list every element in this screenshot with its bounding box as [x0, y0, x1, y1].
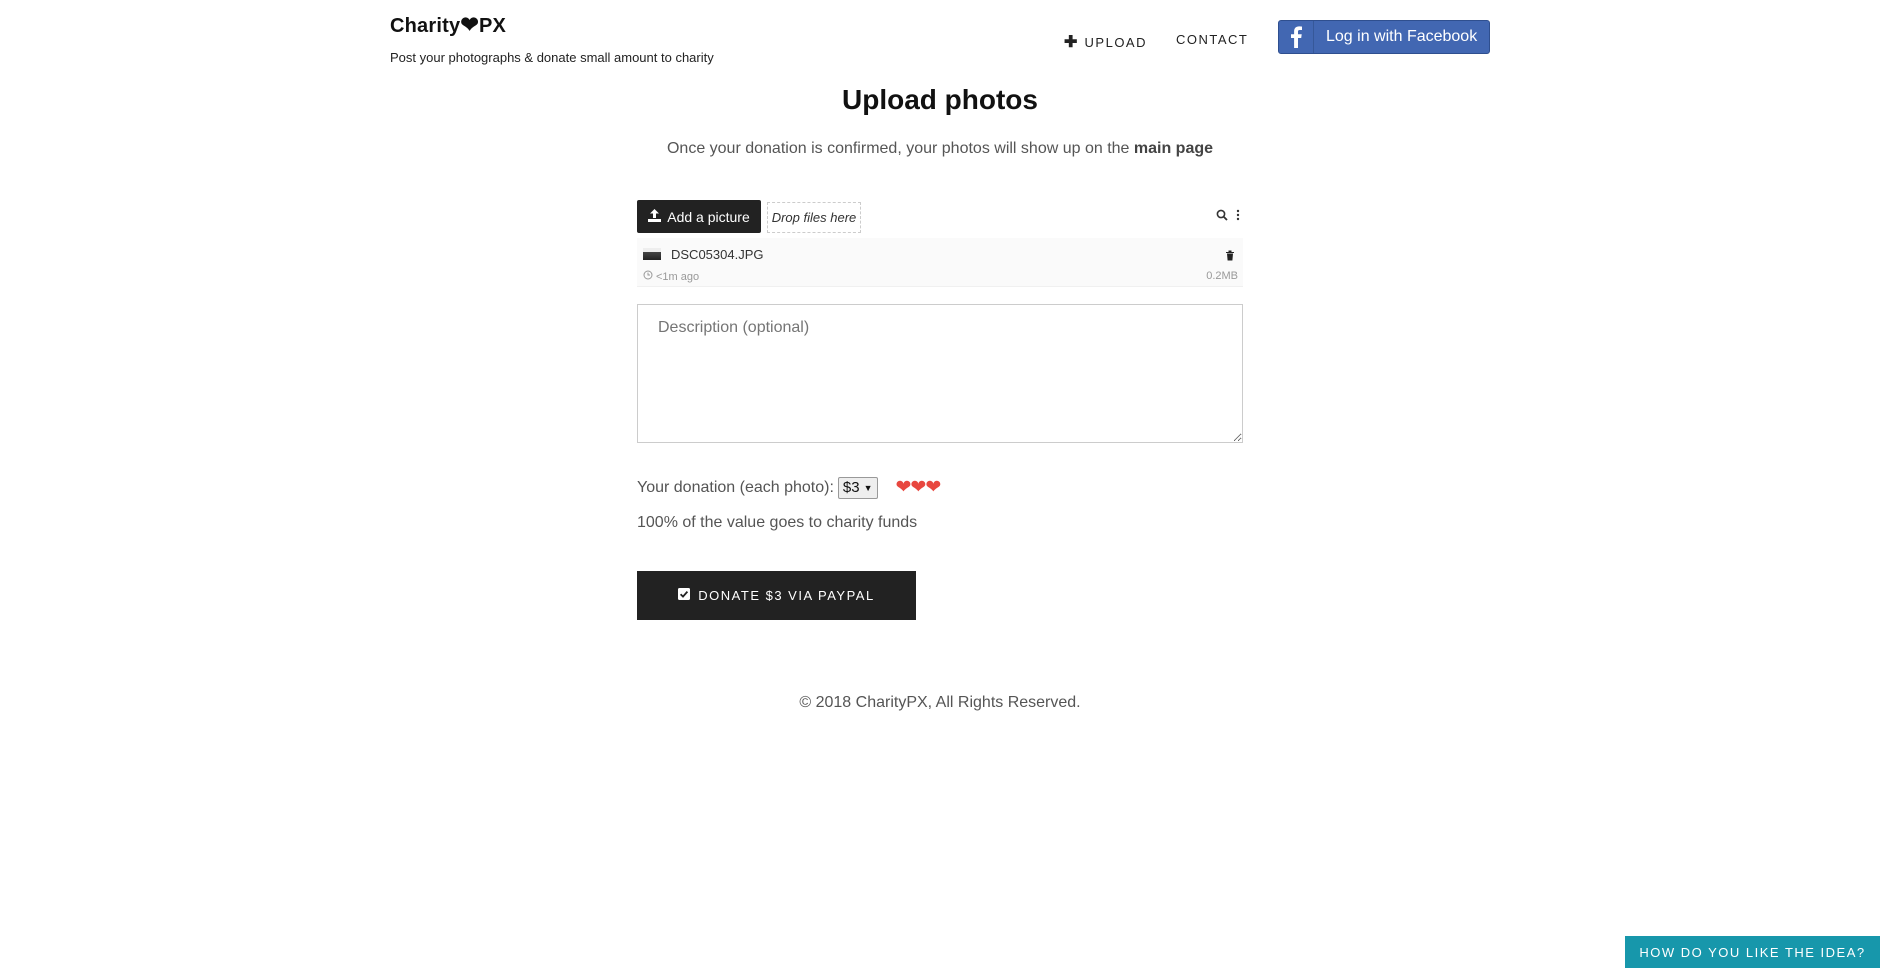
plus-icon: ✚	[1064, 34, 1078, 51]
nav-contact-link[interactable]: CONTACT	[1176, 32, 1248, 47]
file-time-label: <1m ago	[656, 270, 700, 283]
file-thumbnail	[643, 248, 661, 260]
hearts-icon: ❤❤❤	[895, 477, 942, 498]
uploader-tools	[1216, 208, 1240, 226]
facebook-login-label: Log in with Facebook	[1326, 28, 1478, 45]
donation-amount-value: $3	[842, 479, 860, 496]
main-page-link[interactable]: main page	[1134, 140, 1213, 157]
site-logo[interactable]: Charity❤PX	[390, 12, 506, 38]
subtitle-text: Once your donation is confirmed, your ph…	[666, 140, 1134, 157]
upload-icon	[648, 208, 662, 225]
file-size: 0.2MB	[1206, 270, 1238, 282]
clock-icon	[643, 270, 653, 283]
file-name: DSC05304.JPG	[671, 247, 764, 262]
footer-copyright: © 2018 CharityPX, All Rights Reserved.	[799, 694, 1081, 711]
add-picture-label: Add a picture	[667, 208, 750, 225]
facebook-icon	[1279, 21, 1314, 53]
more-options-icon[interactable]	[1236, 208, 1240, 226]
logo-text-right: PX	[478, 15, 507, 37]
charity-note: 100% of the value goes to charity funds	[637, 514, 918, 531]
file-list-item: DSC05304.JPG <1m ago 0.2MB	[637, 238, 1243, 287]
dropdown-arrow-icon: ▼	[863, 482, 873, 493]
facebook-login-button[interactable]: Log in with Facebook	[1278, 20, 1490, 54]
donate-label: DONATE $3 VIA PAYPAL	[698, 588, 875, 603]
description-textarea[interactable]	[637, 304, 1243, 443]
donation-amount-select[interactable]: $3 ▼	[837, 476, 878, 499]
feedback-button[interactable]: HOW DO YOU LIKE THE IDEA?	[1625, 936, 1880, 968]
donate-paypal-button[interactable]: DONATE $3 VIA PAYPAL	[637, 571, 916, 620]
page-title: Upload photos	[842, 84, 1038, 115]
donation-row: Your donation (each photo): $3 ▼ ❤❤❤	[637, 476, 942, 499]
checkbox-icon	[678, 588, 691, 603]
page-subtitle: Once your donation is confirmed, your ph…	[0, 140, 1880, 158]
trash-icon[interactable]	[1225, 248, 1235, 266]
nav-upload-link[interactable]: ✚ UPLOAD	[1064, 32, 1147, 52]
file-time: <1m ago	[643, 270, 699, 283]
logo-text-left: Charity	[390, 15, 461, 37]
drop-zone[interactable]: Drop files here	[767, 202, 861, 233]
site-tagline: Post your photographs & donate small amo…	[390, 50, 714, 65]
donation-label: Your donation (each photo):	[637, 478, 834, 496]
nav-upload-label: UPLOAD	[1084, 35, 1147, 50]
search-icon[interactable]	[1216, 208, 1228, 226]
heart-icon: ❤	[460, 12, 479, 37]
add-picture-button[interactable]: Add a picture	[637, 200, 761, 233]
